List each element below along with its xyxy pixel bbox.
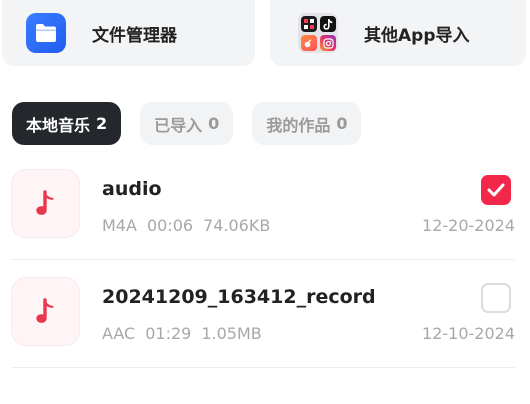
- music-thumbnail: [12, 278, 79, 345]
- file-duration: 00:06: [146, 216, 194, 235]
- select-checkbox-unchecked[interactable]: [481, 283, 511, 313]
- other-app-import-label: 其他App导入: [364, 25, 470, 46]
- music-source-tabs: 本地音乐 2 已导入 0 我的作品 0: [12, 102, 362, 145]
- music-thumbnail: [12, 170, 79, 237]
- apps-grid-icon: [298, 13, 338, 53]
- app-grid-tile-icon: [301, 16, 317, 32]
- file-date: 12-20-2024: [422, 216, 515, 235]
- tiktok-tile-icon: [320, 16, 336, 32]
- file-format: AAC: [102, 324, 136, 343]
- file-format: M4A: [102, 216, 137, 235]
- tab-my-works[interactable]: 我的作品 0: [252, 102, 362, 145]
- guitar-tile-icon: [301, 35, 317, 51]
- instagram-tile-icon: [320, 35, 336, 51]
- tab-imported[interactable]: 已导入 0: [140, 102, 234, 145]
- file-manager-label: 文件管理器: [92, 25, 177, 46]
- import-music-page: 文件管理器 其他App导入 本地音乐 2 已导入 0 我的作品 0 audio …: [0, 0, 530, 404]
- music-note-icon: [35, 297, 53, 323]
- tab-local-music[interactable]: 本地音乐 2: [12, 102, 122, 145]
- file-name: audio: [102, 178, 162, 200]
- file-name: 20241209_163412_record: [102, 286, 376, 308]
- music-note-icon: [35, 189, 53, 215]
- file-size: 1.05MB: [201, 324, 262, 343]
- file-duration: 01:29: [145, 324, 192, 343]
- file-meta: M4A 00:06 74.06KB: [102, 216, 280, 235]
- checkmark-icon: [487, 183, 505, 197]
- list-divider: [11, 259, 515, 260]
- tab-local-music-label: 本地音乐: [26, 115, 91, 135]
- tab-imported-label: 已导入: [154, 115, 203, 135]
- file-size: 74.06KB: [203, 216, 271, 235]
- select-checkbox-checked[interactable]: [481, 175, 511, 205]
- folder-icon: [26, 13, 66, 53]
- list-item[interactable]: 20241209_163412_record AAC 01:29 1.05MB 12…: [11, 266, 515, 366]
- other-app-import-card[interactable]: 其他App导入: [270, 0, 526, 66]
- tab-my-works-count: 0: [336, 114, 348, 133]
- tab-imported-count: 0: [208, 114, 220, 133]
- list-divider: [11, 367, 515, 368]
- tab-my-works-label: 我的作品: [266, 115, 331, 135]
- tab-local-music-count: 2: [96, 114, 108, 133]
- file-meta: AAC 01:29 1.05MB: [102, 324, 272, 343]
- file-date: 12-10-2024: [422, 324, 515, 343]
- list-item[interactable]: audio M4A 00:06 74.06KB 12-20-2024: [11, 158, 515, 258]
- file-manager-card[interactable]: 文件管理器: [2, 0, 255, 66]
